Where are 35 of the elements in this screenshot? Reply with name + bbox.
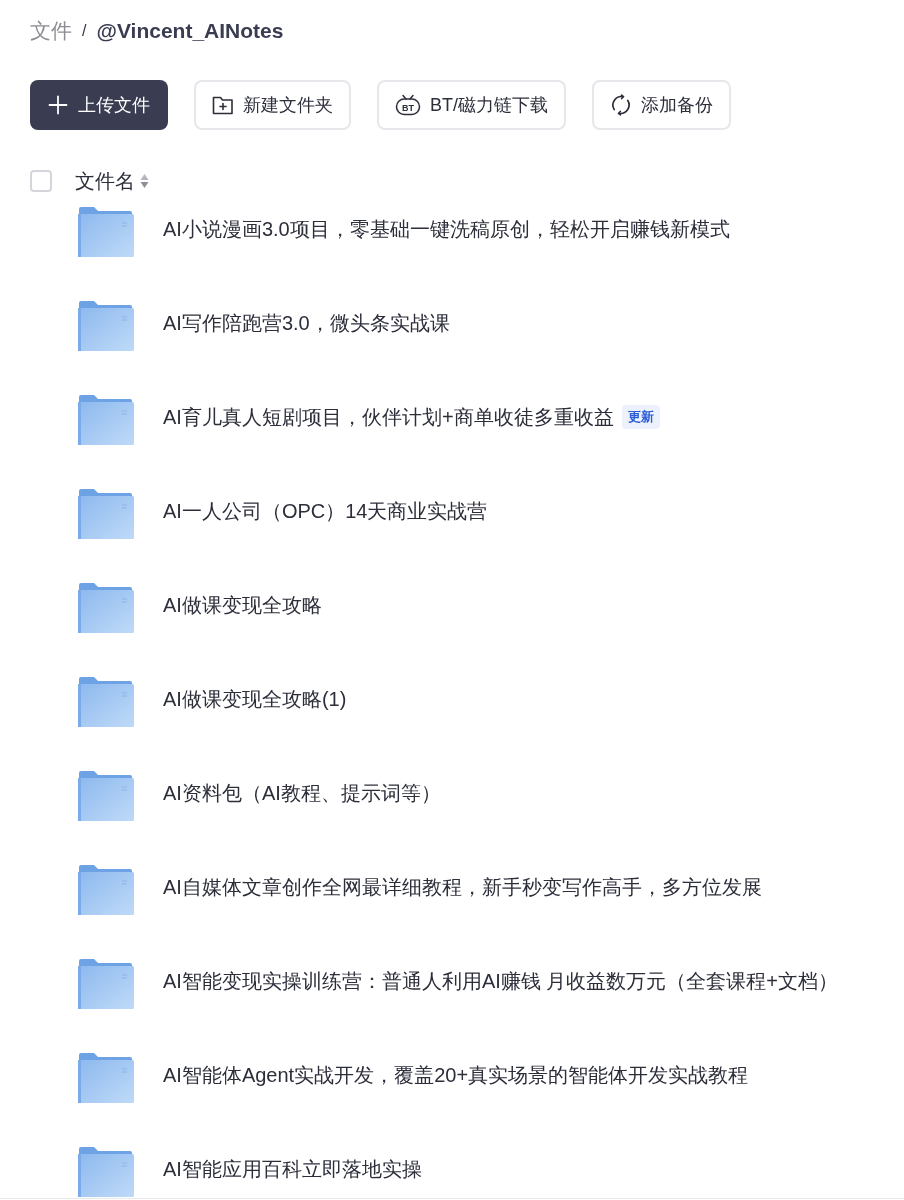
folder-name[interactable]: AI做课变现全攻略(1) <box>163 685 347 713</box>
folder-icon <box>78 676 134 727</box>
upload-button[interactable]: 上传文件 <box>30 80 168 130</box>
folder-name[interactable]: AI一人公司（OPC）14天商业实战营 <box>163 497 488 525</box>
toolbar-button[interactable]: 新建文件夹 <box>194 80 351 130</box>
folder-icon <box>78 394 134 445</box>
folder-icon <box>78 864 134 915</box>
folder-icon <box>78 206 134 257</box>
select-all-checkbox[interactable] <box>30 170 52 192</box>
folder-name[interactable]: AI智能体Agent实战开发，覆盖20+真实场景的智能体开发实战教程 <box>163 1061 749 1089</box>
sort-icon[interactable] <box>140 173 149 189</box>
folder-icon <box>78 1146 134 1197</box>
toolbar-button[interactable]: 添加备份 <box>592 80 731 130</box>
column-header[interactable]: 文件名 <box>75 169 135 193</box>
breadcrumb-separator: / <box>82 21 87 41</box>
folder-name[interactable]: AI智能变现实操训练营：普通人利用AI赚钱 月收益数万元（全套课程+文档） <box>163 967 839 995</box>
breadcrumb-link[interactable]: @Vincent_AINotes <box>96 17 284 45</box>
folder-name[interactable]: AI育儿真人短剧项目，伙伴计划+商单收徒多重收益 <box>163 403 614 431</box>
folder-icon <box>78 958 134 1009</box>
folder-name[interactable]: AI写作陪跑营3.0，微头条实战课 <box>163 309 450 337</box>
folder-name[interactable]: AI智能应用百科立即落地实操 <box>163 1155 422 1183</box>
update-badge: 更新 <box>621 405 660 429</box>
folder-icon <box>78 770 134 821</box>
folder-icon <box>78 582 134 633</box>
folder-name[interactable]: AI做课变现全攻略 <box>163 591 322 619</box>
toolbar-button[interactable]: BT BT/磁力链下载 <box>377 80 566 130</box>
folder-icon <box>78 1052 134 1103</box>
sync-icon <box>610 94 632 116</box>
folder-icon <box>78 300 134 351</box>
plus-icon <box>48 95 68 115</box>
folder-name[interactable]: AI资料包（AI教程、提示词等） <box>163 779 441 807</box>
folder-icon <box>78 488 134 539</box>
folder-plus-icon <box>212 95 234 115</box>
folder-name[interactable]: AI自媒体文章创作全网最详细教程，新手秒变写作高手，多方位发展 <box>163 873 762 901</box>
folder-name[interactable]: AI小说漫画3.0项目，零基础一键洗稿原创，轻松开启赚钱新模式 <box>163 215 730 243</box>
